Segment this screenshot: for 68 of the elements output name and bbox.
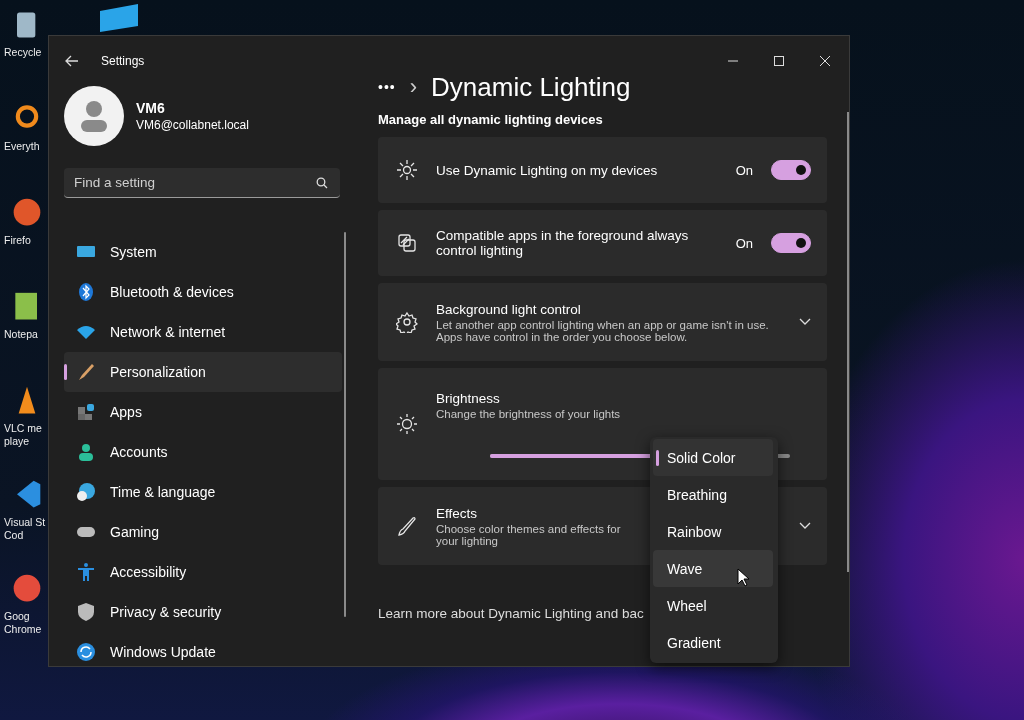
breadcrumb-separator: › — [409, 74, 418, 100]
sidebar-item[interactable]: Windows Update — [64, 632, 342, 672]
desktop-icon-label: VLC me — [4, 422, 42, 435]
layers-icon — [396, 232, 418, 254]
menu-item[interactable]: Wave — [653, 550, 773, 587]
paintbrush-icon — [76, 362, 96, 382]
setting-title: Compatible apps in the foreground always control lighting — [436, 228, 690, 258]
toggle-state-label: On — [735, 162, 753, 178]
menu-item[interactable]: Rainbow — [653, 513, 773, 550]
apps-icon — [76, 402, 96, 422]
mouse-cursor-icon — [737, 568, 749, 587]
desktop-icon-label: Cod — [4, 529, 24, 542]
desktop-icon-label: Recycle — [4, 46, 42, 59]
search-icon — [316, 177, 328, 189]
sidebar-item[interactable]: Privacy & security — [64, 592, 342, 632]
bluetooth-icon — [76, 282, 96, 302]
desktop-icon-label: Everyth — [4, 140, 40, 153]
account-name: VM6 — [136, 100, 166, 116]
sidebar-item[interactable]: Accessibility — [64, 552, 342, 592]
back-arrow-icon[interactable] — [65, 55, 79, 67]
setting-title: Brightness — [436, 390, 501, 406]
avatar — [64, 86, 124, 146]
desktop-icon-label: Chrome — [4, 623, 42, 636]
setting-description: Change the brightness of your lights — [436, 407, 622, 420]
desktop-icon-label: Visual St — [4, 516, 46, 529]
setting-title: Use Dynamic Lighting on my devices — [436, 162, 659, 178]
sparkle-icon — [396, 159, 418, 181]
sidebar-item[interactable]: System — [64, 232, 342, 272]
sync-icon — [76, 642, 96, 662]
toggle-switch[interactable] — [771, 160, 811, 180]
person-icon — [76, 442, 96, 462]
account-email: VM6@collabnet.local — [136, 118, 249, 132]
maximize-icon[interactable] — [773, 55, 785, 67]
more-breadcrumbs-button[interactable]: ••• — [378, 79, 396, 95]
search-field[interactable]: Find a setting — [64, 168, 340, 198]
sidebar-item[interactable]: Time & language — [64, 472, 342, 512]
desktop-icon-label: Goog — [4, 610, 30, 623]
window-title: Settings — [101, 54, 145, 68]
sidebar-item[interactable]: Gaming — [64, 512, 342, 552]
desktop-icon-label: Firefo — [4, 234, 31, 247]
sidebar-item[interactable]: Accounts — [64, 432, 342, 472]
setting-title: Effects — [436, 505, 479, 521]
sun-icon — [396, 413, 418, 435]
sidebar-item[interactable]: Bluetooth & devices — [64, 272, 342, 312]
chevron-down-icon[interactable] — [799, 522, 811, 530]
toggle-switch[interactable] — [771, 233, 811, 253]
desktop-icon-label: playe — [4, 435, 30, 448]
paintbrush-icon — [396, 515, 418, 537]
desktop-icon-label: Notepa — [4, 328, 38, 341]
page-title: Dynamic Lighting — [431, 71, 631, 103]
toggle-state-label: On — [735, 235, 753, 251]
chevron-down-icon[interactable] — [799, 318, 811, 326]
setting-description: Let another app control lighting when an app or game isn't in use. Apps have control in the order you choose below. — [436, 318, 770, 343]
close-icon[interactable] — [819, 55, 831, 67]
menu-item[interactable]: Gradient — [653, 624, 773, 661]
learn-more-link[interactable]: Learn more about Dynamic Lighting and bac — [378, 606, 644, 621]
shield-icon — [76, 602, 96, 622]
setting-title: Background light control — [436, 301, 582, 317]
setting-description: Choose color themes and effects for your lighting — [436, 522, 622, 547]
menu-item[interactable]: Solid Color — [653, 439, 773, 476]
sidebar-item[interactable]: Network & internet — [64, 312, 342, 352]
gear-icon — [396, 311, 418, 333]
menu-item[interactable]: Breathing — [653, 476, 773, 513]
section-heading: Manage all dynamic lighting devices — [378, 112, 604, 127]
menu-item[interactable]: Wheel — [653, 587, 773, 624]
accessibility-icon — [76, 562, 96, 582]
sidebar-item[interactable]: Personalization — [64, 352, 342, 392]
sidebar-item[interactable]: Apps — [64, 392, 342, 432]
